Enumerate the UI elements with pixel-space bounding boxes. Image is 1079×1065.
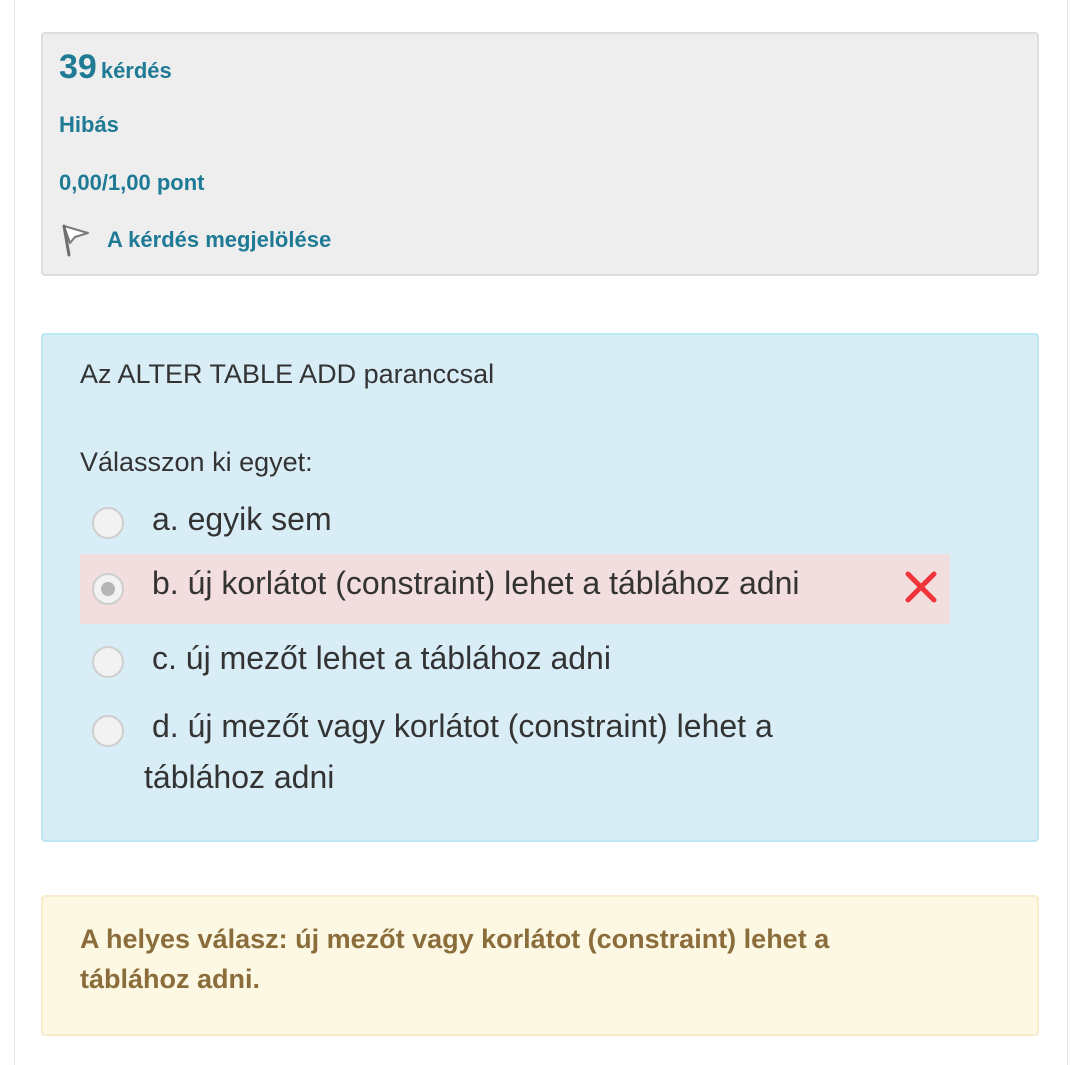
right-answer-text: A helyes válasz: új mezőt vagy korlátot … [80, 924, 830, 994]
flag-icon [62, 224, 89, 257]
content-border-right [1067, 0, 1068, 1065]
answer-label: c. új mezőt lehet a táblához adni [152, 640, 611, 676]
answer-label: a. egyik sem [152, 501, 332, 537]
answer-option-b[interactable]: b. új korlátot (constraint) lehet a tábl… [80, 554, 950, 624]
answer-option-c[interactable]: c. új mezőt lehet a táblához adni [80, 640, 950, 686]
answer-radio[interactable] [92, 715, 124, 747]
answer-radio[interactable] [92, 646, 124, 678]
question-text: Az ALTER TABLE ADD paranccsal [80, 359, 495, 389]
right-answer-feedback: A helyes válasz: új mezőt vagy korlátot … [41, 895, 1039, 1036]
flag-question-link[interactable]: A kérdés megjelölése [59, 222, 331, 258]
question-content-panel: Az ALTER TABLE ADD paranccsal Válasszon … [41, 333, 1039, 842]
incorrect-icon [905, 571, 937, 603]
question-state: Hibás [59, 112, 119, 137]
answer-label: d. új mezőt vagy korlátot (constraint) l… [144, 708, 773, 795]
flag-label: A kérdés megjelölése [107, 227, 332, 252]
question-grade: 0,00/1,00 pont [59, 170, 205, 195]
question-number-word: kérdés [100, 58, 172, 83]
content-border-left [14, 0, 15, 1065]
answer-radio[interactable] [92, 507, 124, 539]
answer-option-d[interactable]: d. új mezőt vagy korlátot (constraint) l… [80, 708, 950, 805]
question-info-panel: 39 kérdés Hibás 0,00/1,00 pont A kérdés m… [41, 32, 1039, 276]
answer-prompt: Válasszon ki egyet: [80, 447, 313, 477]
answer-label: b. új korlátot (constraint) lehet a tábl… [152, 565, 800, 601]
answer-option-a[interactable]: a. egyik sem [80, 501, 950, 547]
quiz-review-page: 39 kérdés Hibás 0,00/1,00 pont A kérdés m… [0, 0, 1079, 1065]
question-number: 39 kérdés [59, 48, 172, 87]
question-number-value: 39 [59, 48, 97, 86]
answer-radio-selected[interactable] [92, 573, 124, 605]
